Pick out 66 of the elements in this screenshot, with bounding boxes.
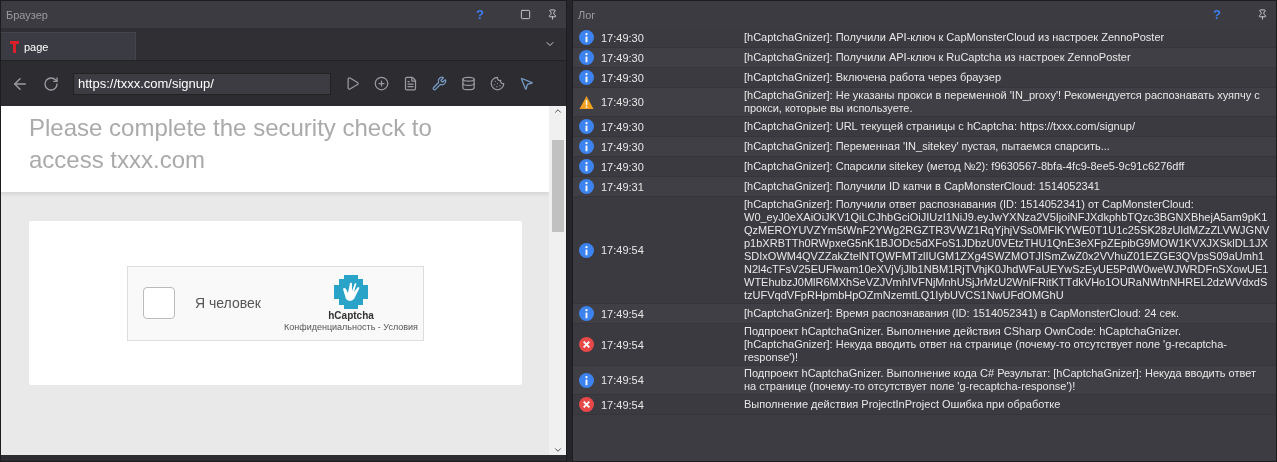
log-message: [hCaptchaGnizer]: Время распознавания (ID: 1514052341) в CapMonsterCloud: 24 сек. xyxy=(744,307,1180,320)
log-message: [hCaptchaGnizer]: Получили ID капчи в CapMonsterCloud: 1514052341 xyxy=(744,180,1101,193)
cursor-icon[interactable] xyxy=(519,76,534,91)
info-icon xyxy=(578,119,594,134)
log-message: Подпроект hCaptchaGnizer. Выполнение действия CSharp OwnCode: hCaptchaGnizer. [hCaptchaGnizer]: Некуда вводить ответ на странице (почему-то отсутствует поле 'g-recaptcha-response')! xyxy=(744,325,1228,364)
pin-icon[interactable] xyxy=(1257,9,1268,20)
info-icon xyxy=(578,306,594,321)
log-message: [hCaptchaGnizer]: Переменная 'IN_sitekey' пустая, пытаемся спарсить... xyxy=(744,140,1111,153)
log-time: 17:49:54 xyxy=(600,307,645,320)
log-message: [hCaptchaGnizer]: Спарсили sitekey (метод №2): f9630567-8bfa-4fc9-8ee5-9c91c6276dff xyxy=(744,160,1186,173)
log-message: Подпроект hCaptchaGnizer. Выполнение кода C# Результат: [hCaptchaGnizer]: Некуда вводить ответ на странице (почему-то отсутствует поле 'g-recaptcha-response')! xyxy=(744,367,1257,393)
error-icon xyxy=(578,337,594,352)
database-icon[interactable] xyxy=(461,76,476,91)
page-heading: access txxx.com xyxy=(29,145,207,175)
captcha-label: Я человек xyxy=(195,295,262,311)
log-time: 17:49:54 xyxy=(600,244,645,256)
log-time: 17:49:30 xyxy=(600,140,645,153)
log-message: [hCaptchaGnizer]: Получили ответ распознавания (ID: 1514052341) от CapMonsterCloud: W0_eyJ0eXAiOiJKV1QiLCJhbGciOiJIUzI1NiJ9.eyJwYXNza2V5IjoiNFJXdkphbTQzc3BGNXBhejA5am9pK1QzMERОYUVZYm5tWnF2YWg2RGZTR3VWZ1RqYjhjVSs0MFlKYWE0T1U1c25SK28zUldMZzZLVWJGNVp1bXRBTTh0RWpxeG5nK1BJODc5dXFoS1JDbzU0VEtzTHU1QnE3eXFpZEpibG9MOW1KVXJXSklDL1JXSDIxOWM4QVZZakZtelNTQWFMTzlIUGM1ZXg4SWZMOTJISmZwZ0x2VVhuZ01EZGE3QVpsS09aUmh1N2l4cTFsV25EUFlwam10eXVjVjJlb1NBM1RjTVhjK0JhdWFaUEYwSzEyUE5PdW0weWJWRDFnSXowUE1WTEhubzJ0MlR6MXhSeVZJVmhIVFNjMnhUSjJrMzU2WnlFRitKTTdkVHo1OURaNWtnNHREL2dzWVdxdStzUFVqdVFpRHpmbHpOZmNzemtLQ1IybUVCS1NwUFdOMGhU xyxy=(744,198,1271,302)
error-icon xyxy=(578,397,594,412)
wrench-icon[interactable] xyxy=(432,76,447,91)
scroll-thumb[interactable] xyxy=(551,140,564,232)
play-icon[interactable] xyxy=(345,76,360,91)
privacy-terms-link[interactable]: Конфиденциальность - Условия xyxy=(284,321,418,332)
address-field[interactable]: https://txxx.com/signup/ xyxy=(73,72,331,95)
log-time: 17:49:54 xyxy=(600,374,645,386)
captcha-checkbox[interactable] xyxy=(143,287,175,319)
brand-name: hCaptcha xyxy=(328,309,374,321)
plus-circle-icon[interactable] xyxy=(374,76,389,91)
log-time: 17:49:30 xyxy=(600,160,645,173)
log-time: 17:49:30 xyxy=(600,71,645,84)
scroll-up-icon[interactable] xyxy=(552,106,563,116)
warning-icon xyxy=(578,94,594,110)
hand-logo-icon xyxy=(334,274,368,309)
log-message: [hCaptchaGnizer]: Получили API-ключ к RuCaptcha из настроек ZennoPoster xyxy=(744,51,1132,64)
info-icon xyxy=(578,70,594,85)
pin-icon[interactable] xyxy=(547,9,558,20)
scrollbar[interactable] xyxy=(549,106,566,455)
page-heading: Please complete the security check to xyxy=(29,113,433,143)
log-time: 17:49:30 xyxy=(600,51,645,64)
document-icon[interactable] xyxy=(403,76,418,91)
maximize-icon[interactable] xyxy=(520,9,531,20)
log-message: [hCaptchaGnizer]: Не указаны прокси в переменной 'IN_proxy'! Рекомендуется распознавать хуяпчу с прокси, которые вы используете. xyxy=(744,89,1261,115)
info-icon xyxy=(578,179,594,194)
panel-title: Браузер xyxy=(6,8,49,21)
info-icon xyxy=(578,372,594,388)
info-icon xyxy=(578,139,594,154)
log-time: 17:49:30 xyxy=(600,31,645,44)
log-time: 17:49:54 xyxy=(600,338,645,351)
info-icon xyxy=(578,30,594,45)
log-time: 17:49:30 xyxy=(600,120,645,133)
browser-tab[interactable]: page xyxy=(1,32,136,60)
info-icon xyxy=(578,50,594,65)
log-message: [hCaptchaGnizer]: Получили API-ключ к CapMonsterCloud из настроек ZennoPoster xyxy=(744,31,1166,44)
log-message: [hCaptchaGnizer]: Включена работа через браузер xyxy=(744,71,1003,84)
log-time: 17:49:30 xyxy=(600,96,645,108)
info-icon xyxy=(578,242,594,258)
panel-title: Лог xyxy=(578,8,597,21)
scroll-down-icon[interactable] xyxy=(552,445,563,455)
info-icon xyxy=(578,159,594,174)
reload-icon[interactable] xyxy=(43,75,59,92)
log-time: 17:49:31 xyxy=(600,180,645,193)
log-time: 17:49:54 xyxy=(600,398,645,411)
log-message: Выполнение действия ProjectInProject Ошибка при обработке xyxy=(744,398,1062,411)
cookie-icon[interactable] xyxy=(490,76,505,91)
t-logo-icon xyxy=(10,40,20,53)
log-message: [hCaptchaGnizer]: URL текущей страницы с hCaptcha: https://txxx.com/signup/ xyxy=(744,120,1137,133)
